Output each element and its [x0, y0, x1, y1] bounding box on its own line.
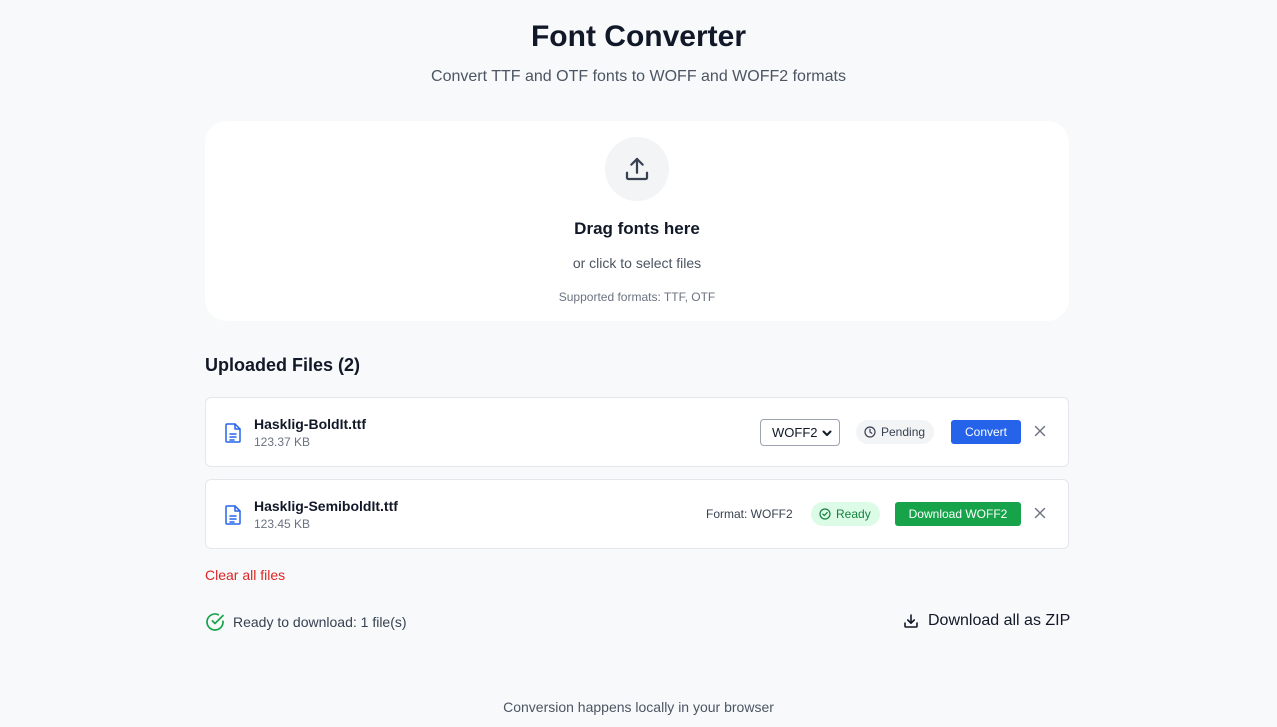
chevron-down-icon: [822, 430, 832, 436]
download-all-zip-button[interactable]: Download all as ZIP: [903, 612, 1070, 630]
drop-zone[interactable]: Drag fonts here or click to select files…: [205, 121, 1069, 321]
close-icon[interactable]: [1034, 507, 1046, 519]
download-woff2-button[interactable]: Download WOFF2: [895, 502, 1021, 526]
file-size: 123.37 KB: [254, 435, 311, 449]
drop-zone-title: Drag fonts here: [574, 219, 700, 238]
file-row: Hasklig-BoldIt.ttf 123.37 KB WOFF2 Pendi…: [205, 397, 1069, 467]
ready-status: Ready to download: 1 file(s): [205, 612, 407, 632]
drop-zone-subtitle: or click to select files: [572, 255, 702, 271]
file-name: Hasklig-SemiboldIt.ttf: [254, 498, 398, 514]
supported-formats: Supported formats: TTF, OTF: [558, 290, 716, 304]
status-label: Ready: [836, 507, 871, 521]
convert-button[interactable]: Convert: [951, 420, 1021, 444]
format-label: Format: WOFF2: [706, 507, 793, 521]
page-subtitle: Convert TTF and OTF fonts to WOFF and WO…: [431, 68, 846, 85]
clock-icon: [864, 426, 876, 438]
footer-text: Conversion happens locally in your brows…: [503, 699, 774, 715]
download-all-zip-label: Download all as ZIP: [928, 612, 1071, 629]
download-icon: [904, 614, 918, 628]
upload-icon: [625, 157, 649, 181]
page-title: Font Converter: [530, 20, 746, 53]
format-select[interactable]: WOFF2: [760, 419, 840, 446]
file-icon: [225, 505, 241, 525]
ready-status-text: Ready to download: 1 file(s): [233, 614, 407, 630]
file-name: Hasklig-BoldIt.ttf: [254, 416, 366, 432]
status-badge-pending: Pending: [856, 420, 935, 444]
upload-icon-container: [605, 137, 669, 201]
status-label: Pending: [881, 425, 926, 439]
file-size: 123.45 KB: [254, 517, 311, 531]
check-circle-icon: [819, 508, 831, 520]
file-icon: [225, 423, 241, 443]
status-badge-ready: Ready: [811, 502, 880, 526]
file-row: Hasklig-SemiboldIt.ttf 123.45 KB Format:…: [205, 479, 1069, 549]
format-select-value: WOFF2: [772, 425, 818, 440]
clear-all-files-link[interactable]: Clear all files: [205, 567, 285, 583]
check-circle-icon: [206, 613, 224, 631]
uploaded-files-heading: Uploaded Files (2): [205, 355, 361, 375]
close-icon[interactable]: [1034, 425, 1046, 437]
